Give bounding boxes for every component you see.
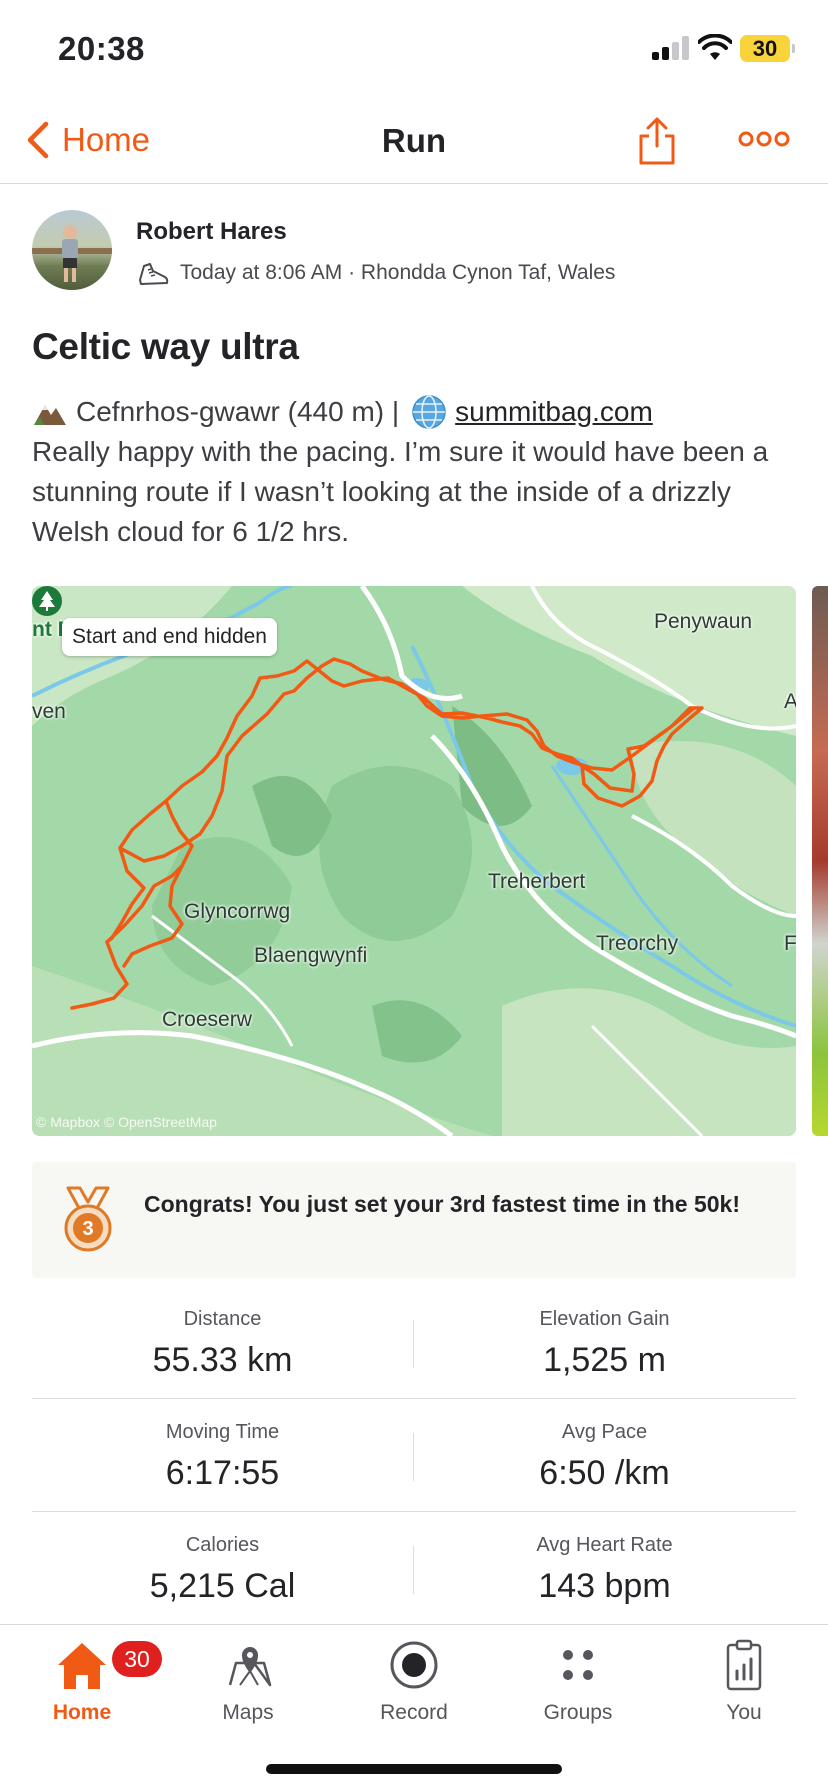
tab-label: You [726,1701,762,1724]
achievement-text: Congrats! You just set your 3rd fastest … [144,1191,741,1217]
summit-text: Cefnrhos-gwawr (440 m) | [76,396,400,427]
back-label: Home [62,121,151,158]
groups-icon [563,1650,593,1680]
map-label: Glyncorrwg [184,900,291,923]
stat-label: Distance [183,1308,262,1330]
avatar-photo [32,225,112,282]
stat-value: 1,525 m [543,1341,666,1379]
map-label: ven [32,700,66,723]
next-photo-preview[interactable] [812,586,828,1136]
stat-label: Calories [185,1534,260,1556]
wifi-icon [698,34,732,60]
activity-description: Cefnrhos-gwawr (440 m) | summitbag.com R… [32,392,802,552]
summitbag-link[interactable]: summitbag.com [455,392,653,432]
map-label: Treherbert [488,870,586,893]
stats-row: Calories 5,215 Cal Avg Heart Rate 143 bp… [32,1512,796,1625]
tab-label: Maps [222,1701,274,1724]
clipboard-chart-icon [726,1639,762,1691]
stat-value: 6:17:55 [165,1454,280,1492]
home-icon [58,1643,106,1689]
stats-table: Distance 55.33 km Elevation Gain 1,525 m… [32,1286,796,1625]
medal-icon: 3 [64,1186,112,1252]
stat-avg-pace: Avg Pace 6:50 /km [414,1399,795,1493]
tree-icon [32,586,62,616]
map-background [32,586,796,1136]
globe-icon [412,395,446,429]
map-label: F [784,932,796,955]
status-bar: 20:38 30 [0,0,828,100]
stat-value: 6:50 /km [539,1454,670,1492]
route-map[interactable]: nt F Start and end hidden ven Penywaun A… [32,586,796,1136]
tab-label: Record [380,1701,448,1724]
chevron-left-icon [27,121,49,159]
status-time: 20:38 [58,30,145,67]
tab-you[interactable]: You [674,1637,814,1725]
running-shoe-icon [139,263,169,285]
stat-moving-time: Moving Time 6:17:55 [32,1399,413,1493]
notification-badge: 30 [112,1641,162,1677]
record-icon [390,1641,438,1689]
battery-icon: 30 [740,35,795,62]
stat-label: Avg Heart Rate [536,1534,673,1556]
more-options-icon[interactable] [738,128,790,150]
stats-row: Distance 55.33 km Elevation Gain 1,525 m [32,1286,796,1399]
privacy-badge: Start and end hidden [62,618,277,656]
avatar[interactable] [32,210,112,290]
map-label: Penywaun [654,610,753,633]
stat-value: 5,215 Cal [149,1567,296,1605]
nav-bar: Home Run [0,100,828,184]
stat-label: Moving Time [165,1421,280,1443]
stat-elevation-gain: Elevation Gain 1,525 m [414,1286,795,1380]
stat-calories: Calories 5,215 Cal [32,1512,413,1606]
stat-distance: Distance 55.33 km [32,1286,413,1380]
map-label: Blaengwynfi [254,944,368,967]
mountain-icon [34,405,66,425]
stat-value: 55.33 km [152,1341,293,1379]
share-icon[interactable] [636,116,678,166]
stat-value: 143 bpm [538,1567,671,1605]
tab-label: Home [52,1701,112,1724]
home-indicator[interactable] [266,1764,562,1774]
back-button[interactable]: Home [22,118,150,162]
map-label: Croeserw [162,1008,252,1031]
stat-avg-heart-rate: Avg Heart Rate 143 bpm [414,1512,795,1606]
stat-label: Avg Pace [561,1421,648,1443]
stat-label: Elevation Gain [539,1308,670,1330]
map-label: A [784,690,796,713]
activity-meta-text: Today at 8:06 AM · Rhondda Cynon Taf, Wa… [180,261,616,284]
tab-record[interactable]: Record [344,1637,484,1725]
athlete-name[interactable]: Robert Hares [136,218,287,246]
medal-rank: 3 [82,1218,93,1240]
map-label: Treorchy [596,932,679,955]
activity-meta: Today at 8:06 AM · Rhondda Cynon Taf, Wa… [136,258,615,288]
cellular-signal-icon [652,36,692,60]
map-pin-icon [228,1647,272,1687]
stats-row: Moving Time 6:17:55 Avg Pace 6:50 /km [32,1399,796,1512]
tab-home[interactable]: 30 Home [12,1637,162,1725]
tab-maps[interactable]: Maps [178,1637,318,1725]
description-text: Really happy with the pacing. I’m sure i… [32,436,769,547]
tab-groups[interactable]: Groups [508,1637,648,1725]
activity-title: Celtic way ultra [32,326,299,367]
tab-label: Groups [543,1701,613,1724]
achievement-card[interactable]: 3 Congrats! You just set your 3rd fastes… [32,1162,796,1278]
map-attribution[interactable]: © Mapbox © OpenStreetMap [36,1114,217,1130]
